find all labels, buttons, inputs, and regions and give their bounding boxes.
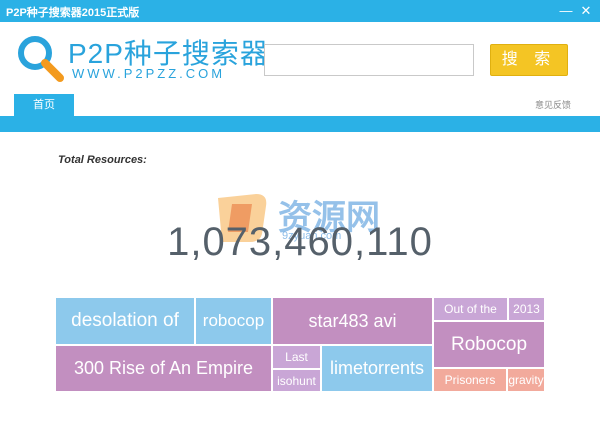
magnifier-logo-icon	[18, 36, 64, 82]
close-button[interactable]: ✕	[578, 3, 594, 19]
tag-tile[interactable]: robocop	[196, 298, 271, 344]
nav-bar: 首页 意见反馈	[0, 92, 600, 116]
feedback-link[interactable]: 意见反馈	[535, 98, 571, 111]
title-bar: P2P种子搜索器2015正式版 — ✕	[0, 0, 600, 22]
tag-tile[interactable]: limetorrents	[322, 346, 432, 391]
tab-home[interactable]: 首页	[14, 94, 74, 116]
main-content: Total Resources: 资源网 9zyuan.com 1,073,46…	[0, 132, 600, 442]
window-title: P2P种子搜索器2015正式版	[6, 7, 140, 19]
tag-tile[interactable]: gravity	[508, 369, 544, 391]
search-input[interactable]	[264, 44, 474, 76]
total-resources-count: 1,073,460,110	[167, 220, 433, 264]
nav-underline	[0, 116, 600, 132]
tag-tile[interactable]: isohunt	[273, 370, 320, 391]
logo-url: WWW.P2PZZ.COM	[72, 66, 226, 81]
tag-tile[interactable]: Out of the	[434, 298, 507, 320]
tag-tile[interactable]: 300 Rise of An Empire	[56, 346, 271, 391]
minimize-button[interactable]: —	[558, 3, 574, 19]
tag-tile[interactable]: Prisoners	[434, 369, 506, 391]
total-resources-label: Total Resources:	[58, 154, 147, 166]
tag-tile[interactable]: 2013	[509, 298, 544, 320]
tag-tile[interactable]: Last	[273, 346, 320, 368]
app-header: P2P种子搜索器 WWW.P2PZZ.COM 搜 索	[0, 22, 600, 90]
tag-tile[interactable]: Robocop	[434, 322, 544, 367]
tag-tile[interactable]: star483 avi	[273, 298, 432, 344]
search-button[interactable]: 搜 索	[490, 44, 568, 76]
tag-tile[interactable]: desolation of	[56, 298, 194, 344]
